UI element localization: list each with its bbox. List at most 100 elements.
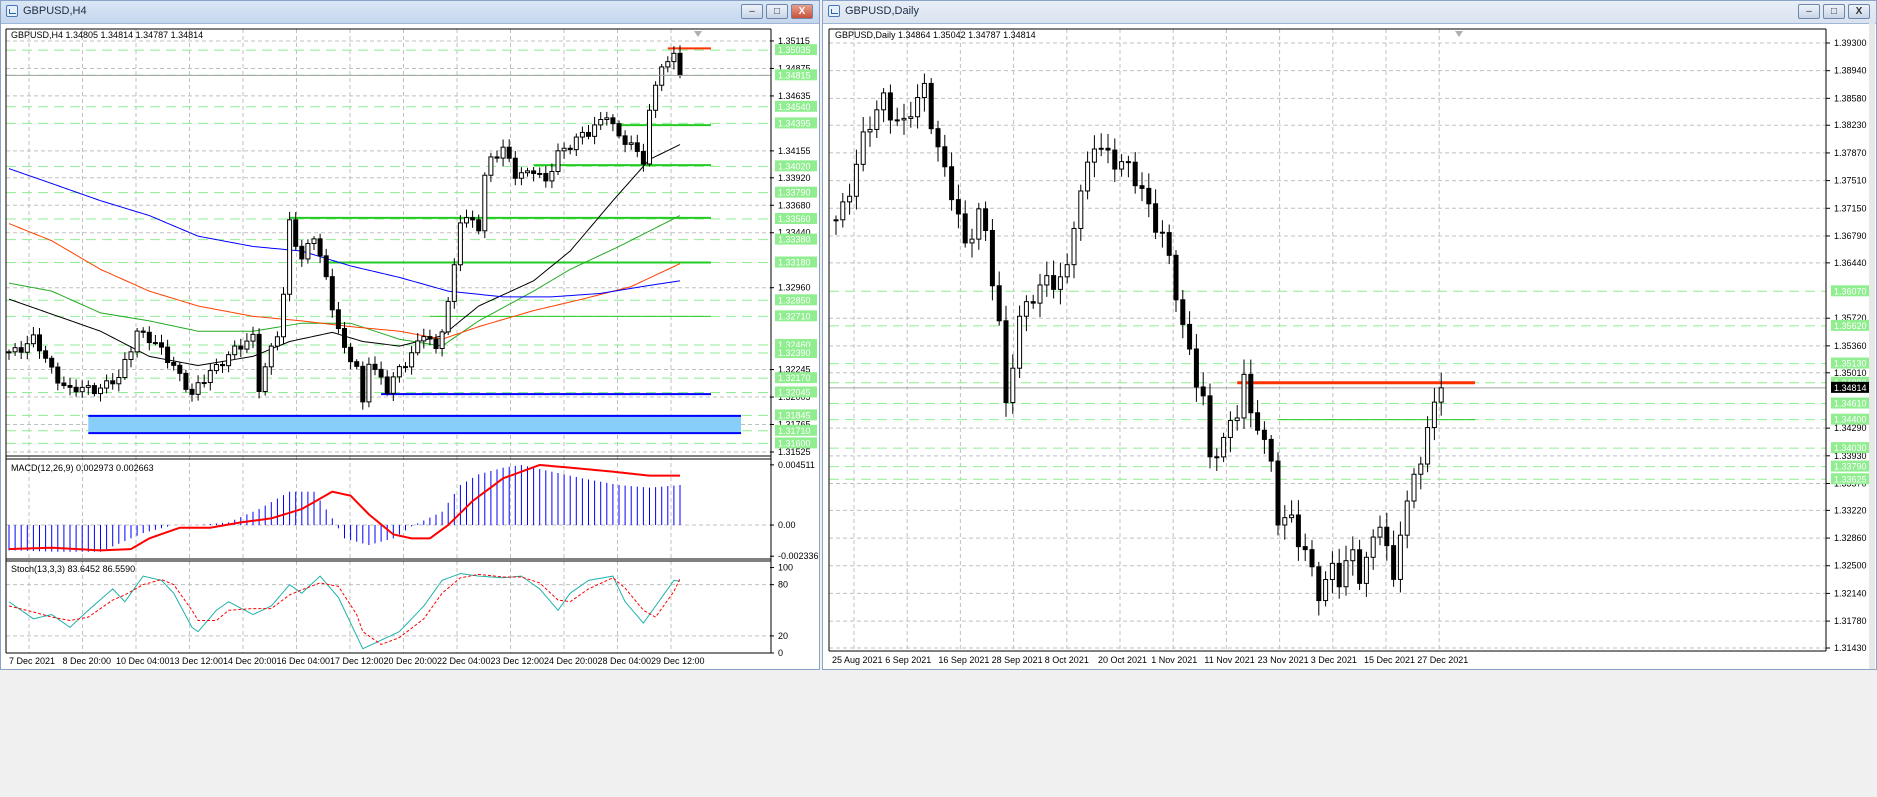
price-axis-label: 1.38940 xyxy=(1834,66,1867,76)
candle-bull xyxy=(311,238,317,245)
candle-bull xyxy=(915,97,921,118)
candle-bull xyxy=(867,128,873,133)
candle-bull xyxy=(1241,373,1247,419)
candle-bear xyxy=(360,365,366,403)
price-axis-label: 1.31430 xyxy=(1834,643,1867,653)
candle-bear xyxy=(983,208,989,232)
price-axis-label: 1.35010 xyxy=(1834,368,1867,378)
candle-bull xyxy=(860,131,866,165)
price-axis-label: 1.37510 xyxy=(1834,176,1867,186)
candle-bull xyxy=(908,116,914,119)
candle-bear xyxy=(610,117,616,125)
h4-chart-canvas[interactable]: 7 Dec 2021 8 Dec 20:00 10 Dec 04:00 13 Dec … xyxy=(1,1,819,669)
time-axis-label: 28 Dec 04:00 xyxy=(598,656,652,666)
chart-background xyxy=(829,29,1826,651)
candle-bear xyxy=(1357,549,1363,584)
time-axis-label: 14 Dec 20:00 xyxy=(223,656,277,666)
price-axis-label: -0.002336 xyxy=(778,551,819,561)
price-level-label: 1.33625 xyxy=(1834,474,1867,484)
candle-bull xyxy=(901,117,907,121)
price-level-label: 1.35130 xyxy=(1834,359,1867,369)
price-axis-label: 1.33920 xyxy=(778,173,811,183)
time-axis-label: 3 Dec 2021 xyxy=(1311,655,1357,665)
daily-chart-canvas[interactable]: 25 Aug 2021 6 Sep 2021 16 Sep 2021 28 Sep 2… xyxy=(823,1,1876,669)
candle-bear xyxy=(1302,546,1308,551)
candle-bull xyxy=(1234,417,1240,422)
candle-bull xyxy=(457,222,463,266)
candle-bull xyxy=(6,351,12,354)
candle-bull xyxy=(244,340,250,350)
price-level-label: 1.31600 xyxy=(778,438,811,448)
time-axis-label: 23 Nov 2021 xyxy=(1258,655,1309,665)
candle-bull xyxy=(1064,264,1070,278)
candle-bull xyxy=(1017,315,1023,369)
candle-bull xyxy=(598,118,604,126)
time-axis-label: 16 Dec 04:00 xyxy=(277,656,331,666)
candle-bear xyxy=(354,361,360,367)
candle-bull xyxy=(305,243,311,260)
price-axis-label: 1.32500 xyxy=(1834,561,1867,571)
candle-bear xyxy=(1180,299,1186,325)
candle-bull xyxy=(847,195,853,203)
candle-bull xyxy=(1323,579,1329,602)
candle-bear xyxy=(18,347,24,353)
candle-bear xyxy=(962,213,968,244)
candle-bull xyxy=(488,156,494,176)
candle-bear xyxy=(403,366,408,369)
candle-bull xyxy=(1438,387,1444,403)
candle-bear xyxy=(384,376,390,394)
chart-window-gbpusd-daily[interactable]: GBPUSD,Daily – □ X 25 Aug 2021 6 Sep 2021… xyxy=(822,0,1877,670)
candle-bull xyxy=(1119,161,1125,170)
price-axis-label: 1.34635 xyxy=(778,91,811,101)
candle-bull xyxy=(1044,275,1050,286)
candle-bear xyxy=(140,330,146,333)
candle-bear xyxy=(1268,438,1274,462)
candle-bear xyxy=(433,338,439,350)
candle-bear xyxy=(1030,301,1036,304)
candle-bear xyxy=(342,328,347,348)
price-level-label: 1.32710 xyxy=(778,311,811,321)
candle-bull xyxy=(1343,560,1349,588)
candle-bull xyxy=(659,66,665,86)
chart-window-gbpusd-h4[interactable]: GBPUSD,H4 – □ X 7 Dec 2021 8 Dec 20:00 10 … xyxy=(0,0,820,670)
candle-bull xyxy=(1350,549,1356,562)
candle-bull xyxy=(549,171,555,182)
candle-bear xyxy=(378,368,384,378)
candle-bear xyxy=(531,170,537,174)
price-axis-label: 1.35360 xyxy=(1834,341,1867,351)
time-axis-label: 22 Dec 04:00 xyxy=(437,656,491,666)
candle-bull xyxy=(98,387,103,395)
price-axis-label: 1.38230 xyxy=(1834,120,1867,130)
candle-bull xyxy=(1404,500,1410,536)
time-axis-label: 13 Dec 12:00 xyxy=(170,656,224,666)
candle-bull xyxy=(1370,536,1376,558)
candle-bull xyxy=(409,352,415,368)
candle-bear xyxy=(640,150,646,165)
candle-bull xyxy=(592,124,598,137)
candle-bear xyxy=(935,128,941,148)
time-axis-label: 29 Dec 12:00 xyxy=(651,656,705,666)
time-axis-label: 15 Dec 2021 xyxy=(1364,655,1415,665)
candle-bull xyxy=(1078,190,1084,229)
candle-bull xyxy=(1289,514,1295,519)
candle-bear xyxy=(543,172,549,182)
candle-bear xyxy=(989,230,995,287)
price-axis-label: 1.32960 xyxy=(778,283,811,293)
support-zone xyxy=(88,415,742,434)
candle-bull xyxy=(213,364,219,372)
candle-bull xyxy=(874,109,880,130)
price-axis-label: 1.36790 xyxy=(1834,231,1867,241)
candle-bear xyxy=(55,366,61,384)
candle-bear xyxy=(1105,147,1111,151)
candle-bull xyxy=(525,170,530,174)
price-axis-label: 1.38580 xyxy=(1834,93,1867,103)
candle-bear xyxy=(470,217,476,221)
candle-bull xyxy=(1329,562,1335,581)
price-level-label: 1.32045 xyxy=(778,387,811,397)
candle-bear xyxy=(43,350,49,359)
candle-bull xyxy=(1098,147,1104,150)
candle-bull xyxy=(976,208,982,240)
candle-bear xyxy=(348,346,354,363)
candle-bull xyxy=(853,163,859,197)
price-axis-label: 1.39300 xyxy=(1834,38,1867,48)
